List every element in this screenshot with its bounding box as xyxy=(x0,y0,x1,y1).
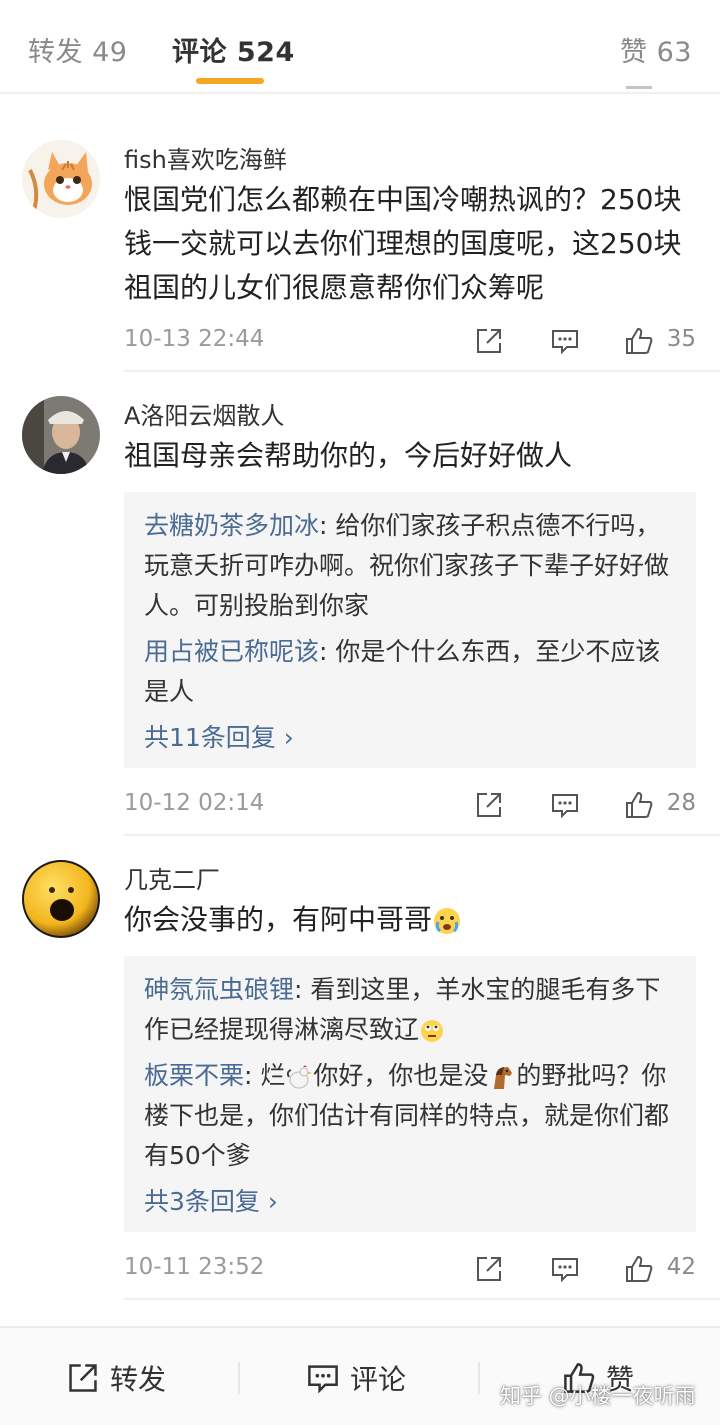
comment-divider xyxy=(124,370,720,372)
comment-label: 评论 xyxy=(350,1363,407,1396)
comment-time: 10-12 02:14 xyxy=(124,790,265,816)
reply-box[interactable]: 砷氛氚虫硠锂: 看到这里，羊水宝的腿毛有多下作已经提现得淋漓尽致辽 板栗不栗: … xyxy=(124,956,696,1232)
thumbs-up-icon[interactable] xyxy=(624,790,654,820)
reply-text: 你好，你也是没 xyxy=(313,1061,489,1090)
reply-item: 去糖奶茶多加冰: 给你们家孩子积点德不行吗，玩意夭折可咋办啊。祝你们家孩子下辈子… xyxy=(144,506,676,626)
divider xyxy=(478,1362,480,1394)
reply-item: 砷氛氚虫硠锂: 看到这里，羊水宝的腿毛有多下作已经提现得淋漓尽致辽 xyxy=(144,970,676,1050)
comment-button[interactable]: 评论 xyxy=(306,1358,406,1398)
yellow-face-avatar-icon[interactable] xyxy=(22,860,100,938)
comment-text: 祖国母亲会帮助你的，今后好好做人 xyxy=(124,439,573,472)
thumbs-up-icon[interactable] xyxy=(624,326,654,356)
divider xyxy=(238,1362,240,1394)
repost-button[interactable]: 转发 xyxy=(66,1358,166,1398)
reply-box[interactable]: 去糖奶茶多加冰: 给你们家孩子积点德不行吗，玩意夭折可咋办啊。祝你们家孩子下辈子… xyxy=(124,492,696,768)
like-count: 35 xyxy=(666,326,696,352)
reply-item: 用占被已称呢该: 你是个什么东西，至少不应该是人 xyxy=(144,632,676,712)
comment-divider xyxy=(124,1298,720,1300)
tab-comment[interactable]: 评论 524 xyxy=(172,30,295,69)
divider-stub xyxy=(626,86,652,89)
reply-text: : 烂 xyxy=(244,1061,286,1090)
divider xyxy=(0,92,720,94)
more-replies-link[interactable]: 共3条回复 › xyxy=(144,1182,676,1222)
tab-bar: 转发 49 评论 524 赞 63 xyxy=(0,0,720,92)
reply-username[interactable]: 砷氛氚虫硠锂 xyxy=(144,975,294,1004)
more-replies-link[interactable]: 共11条回复 › xyxy=(144,718,676,758)
reply-item: 板栗不栗: 烂你好，你也是没 的野批吗？你楼下也是，你们估计有同样的特点，就是你们… xyxy=(144,1056,676,1176)
watermark: 知乎 @小楼一夜听雨 xyxy=(500,1384,696,1408)
comment-meta: 10-13 22:44 35 xyxy=(124,320,696,360)
active-tab-indicator xyxy=(196,78,264,84)
horse-emoji-icon xyxy=(494,1067,513,1089)
comment-username[interactable]: 几克二厂 xyxy=(124,860,220,895)
comment-meta: 10-12 02:14 28 xyxy=(124,784,696,824)
tab-repost[interactable]: 转发 49 xyxy=(28,30,127,69)
reply-username[interactable]: 去糖奶茶多加冰 xyxy=(144,511,319,540)
tab-like[interactable]: 赞 63 xyxy=(620,30,692,69)
comment-time: 10-11 23:52 xyxy=(124,1254,265,1280)
reply-username[interactable]: 板栗不栗 xyxy=(144,1061,244,1090)
comment-icon[interactable] xyxy=(550,790,580,820)
man-photo-avatar-icon[interactable] xyxy=(22,396,100,474)
repost-label: 转发 xyxy=(110,1363,167,1396)
comment-text: 你会没事的，有阿中哥哥 xyxy=(124,898,696,942)
comment-time: 10-13 22:44 xyxy=(124,326,265,352)
like-count: 42 xyxy=(666,1254,696,1280)
comment-text: 恨国党们怎么都赖在中国冷嘲热讽的？250块钱一交就可以去你们理想的国度呢，这25… xyxy=(124,183,682,304)
comment-username[interactable]: A洛阳云烟散人 xyxy=(124,396,284,431)
comment-username[interactable]: fish喜欢吃海鲜 xyxy=(124,140,287,175)
share-icon[interactable] xyxy=(474,790,504,820)
crying-face-emoji-icon xyxy=(434,908,461,934)
like-count: 28 xyxy=(666,790,696,816)
bottom-action-bar: 转发 评论 赞 xyxy=(0,1326,720,1425)
comment-text-content: 你会没事的，有阿中哥哥 xyxy=(124,903,433,936)
comment-divider xyxy=(124,834,720,836)
share-icon xyxy=(69,1364,97,1392)
reply-username[interactable]: 用占被已称呢该 xyxy=(144,637,319,666)
thumbs-up-icon[interactable] xyxy=(624,1254,654,1284)
share-icon[interactable] xyxy=(474,1254,504,1284)
comment-meta: 10-11 23:52 42 xyxy=(124,1248,696,1288)
comment-icon[interactable] xyxy=(550,326,580,356)
share-icon[interactable] xyxy=(474,326,504,356)
rooster-emoji-icon xyxy=(287,1065,313,1089)
comment-icon xyxy=(308,1365,338,1394)
cat-avatar-icon[interactable] xyxy=(22,140,100,218)
comment-icon[interactable] xyxy=(550,1254,580,1284)
rolling-eyes-emoji-icon xyxy=(421,1020,444,1042)
